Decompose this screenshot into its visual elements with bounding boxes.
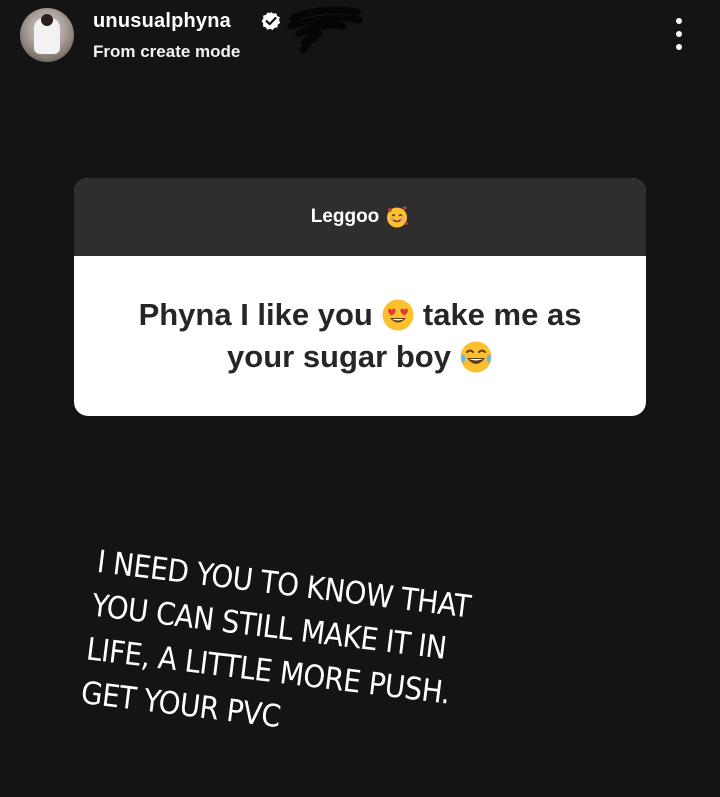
avatar[interactable]: [20, 8, 74, 62]
smiling-face-with-hearts-icon: [387, 206, 409, 228]
question-sticker-body: Phyna I like you take me as your sugar b…: [74, 256, 646, 416]
avatar-head: [41, 14, 53, 26]
heart-eyes-icon: [382, 299, 414, 331]
question-sticker-title: Leggoo: [310, 206, 380, 227]
more-vertical-icon[interactable]: [668, 18, 690, 50]
question-line-1: Phyna I like you take me as: [139, 294, 582, 336]
question-line-2: your sugar boy: [227, 336, 493, 378]
username[interactable]: unusualphyna: [93, 10, 231, 33]
scribble-redaction: [287, 6, 363, 54]
question-text-1-tail: take me as: [422, 297, 582, 332]
question-sticker-header: Leggoo: [74, 178, 646, 256]
question-text-2: your sugar boy: [227, 339, 451, 374]
story-text-overlay: I NEED YOU TO KNOW THAT YOU CAN STILL MA…: [79, 540, 557, 771]
story-subtitle: From create mode: [93, 42, 241, 61]
question-text-1: Phyna I like you: [138, 297, 373, 332]
verified-badge-icon: [261, 11, 281, 31]
story-header: unusualphyna From create mode: [0, 0, 720, 80]
tears-of-joy-icon: [460, 341, 492, 373]
question-sticker[interactable]: Leggoo Phyna I like you take me as your …: [74, 178, 646, 416]
